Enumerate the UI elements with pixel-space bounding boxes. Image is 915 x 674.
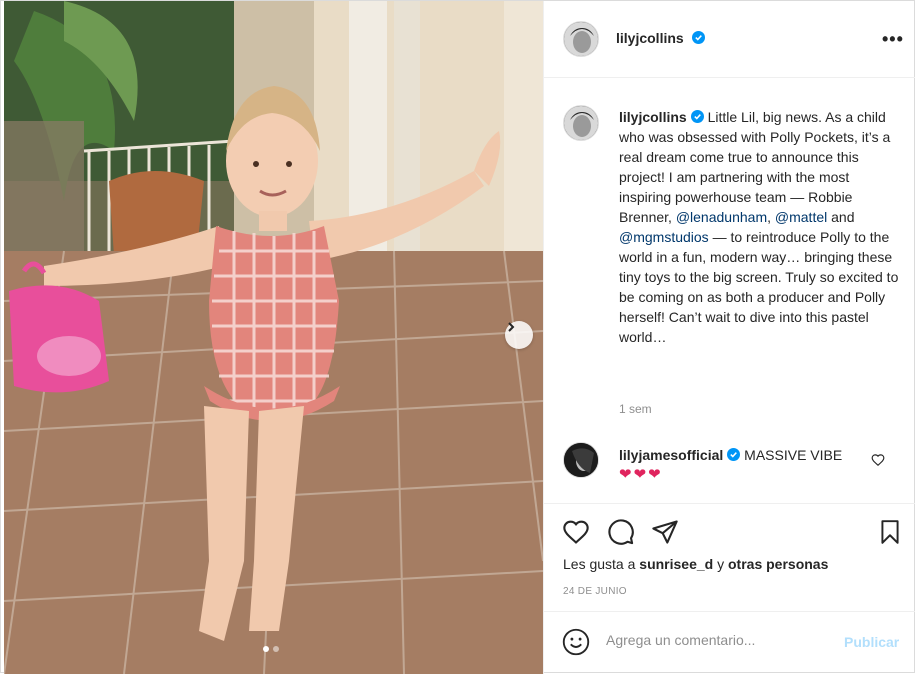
carousel-indicator bbox=[263, 646, 279, 652]
likes-join: y bbox=[717, 556, 725, 572]
post-photo[interactable] bbox=[4, 1, 543, 674]
commenter-avatar[interactable] bbox=[563, 442, 599, 478]
likes-prefix: Les gusta a bbox=[563, 556, 636, 572]
mention-mattel[interactable]: @mattel bbox=[775, 209, 827, 225]
carousel-dot-active bbox=[263, 646, 269, 652]
avatar-image bbox=[564, 22, 598, 56]
caption-separator: , bbox=[767, 209, 771, 225]
likes-others-link[interactable]: otras personas bbox=[728, 556, 828, 572]
next-photo-button[interactable] bbox=[505, 321, 533, 349]
avatar-image bbox=[564, 106, 598, 140]
post-header: lilyjcollins ••• bbox=[544, 1, 915, 78]
publish-button[interactable]: Publicar bbox=[844, 634, 899, 650]
like-comment-heart-icon[interactable] bbox=[871, 453, 885, 467]
mention-mgmstudios[interactable]: @mgmstudios bbox=[619, 229, 709, 245]
caption-avatar[interactable] bbox=[563, 105, 599, 141]
add-comment-bar: Publicar bbox=[544, 611, 915, 674]
caption-text-2: and bbox=[831, 209, 855, 225]
mention-lenadunham[interactable]: @lenadunham bbox=[676, 209, 767, 225]
photo-illustration bbox=[4, 1, 543, 674]
save-bookmark-icon[interactable] bbox=[877, 518, 903, 546]
likes-summary: Les gusta a sunrisee_d y otras personas bbox=[563, 556, 828, 572]
post-caption: lilyjcollins Little Lil, big news. As a … bbox=[619, 107, 901, 347]
verified-badge-icon bbox=[691, 31, 705, 44]
share-paper-plane-icon[interactable] bbox=[651, 518, 679, 546]
verified-badge-icon bbox=[727, 448, 741, 461]
caption-timestamp[interactable]: 1 sem bbox=[619, 402, 652, 416]
commenter-username[interactable]: lilyjamesofficial bbox=[619, 447, 723, 463]
instagram-post: lilyjcollins ••• lilyjcollins Little Lil… bbox=[0, 0, 915, 674]
like-heart-icon[interactable] bbox=[562, 518, 590, 546]
comments-section: lilyjcollins Little Lil, big news. As a … bbox=[544, 79, 915, 503]
comment-bubble-icon[interactable] bbox=[607, 518, 635, 546]
author-username[interactable]: lilyjcollins bbox=[616, 30, 705, 46]
emoji-smile-icon[interactable] bbox=[562, 628, 590, 656]
verified-badge-icon bbox=[690, 110, 704, 123]
comment-hearts-emoji: ❤❤❤ bbox=[619, 466, 663, 483]
caption-text-3: — to reintroduce Polly to the world in a… bbox=[619, 229, 899, 345]
comment: lilyjamesofficial MASSIVE VIBE bbox=[619, 445, 879, 465]
comment-text: MASSIVE VIBE bbox=[744, 447, 843, 463]
post-details-panel: lilyjcollins ••• lilyjcollins Little Lil… bbox=[543, 1, 915, 674]
post-actions: Les gusta a sunrisee_d y otras personas … bbox=[544, 503, 915, 611]
likes-user[interactable]: sunrisee_d bbox=[639, 556, 713, 572]
comment-input[interactable] bbox=[606, 632, 826, 648]
chevron-right-icon bbox=[508, 322, 515, 332]
author-avatar[interactable] bbox=[563, 21, 599, 57]
author-username-text[interactable]: lilyjcollins bbox=[616, 30, 684, 46]
avatar-image bbox=[564, 443, 598, 477]
more-options-icon[interactable]: ••• bbox=[882, 29, 904, 50]
caption-username[interactable]: lilyjcollins bbox=[619, 109, 687, 125]
carousel-dot bbox=[273, 646, 279, 652]
caption-text-1: Little Lil, big news. As a child who was… bbox=[619, 109, 891, 225]
post-date[interactable]: 24 DE JUNIO bbox=[563, 586, 627, 597]
